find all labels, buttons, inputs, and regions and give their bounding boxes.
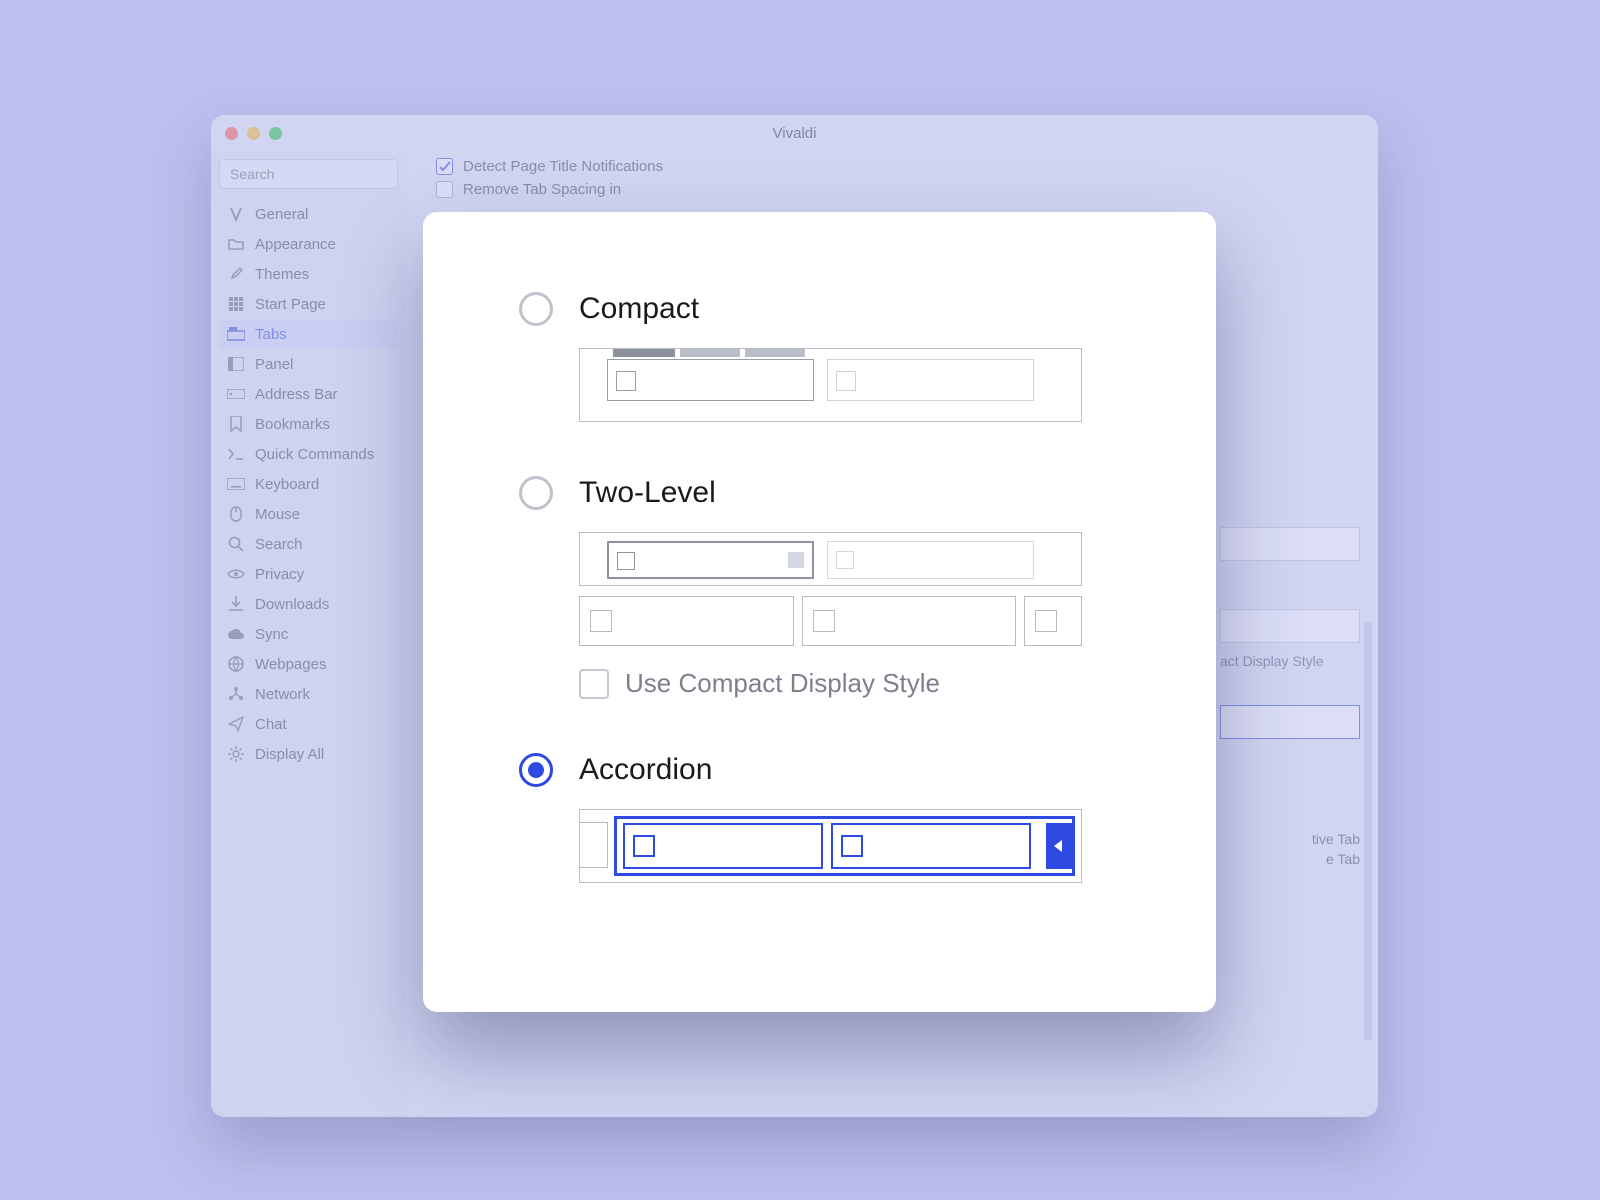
sidebar-item-sync[interactable]: Sync xyxy=(219,619,398,649)
bg-text: e Tab xyxy=(1326,851,1360,867)
vivaldi-icon xyxy=(227,205,245,223)
checkbox-remove-spacing[interactable]: Remove Tab Spacing in xyxy=(436,178,1348,201)
address-bar-icon xyxy=(227,385,245,403)
sidebar-item-label: Downloads xyxy=(255,596,329,613)
terminal-icon xyxy=(227,445,245,463)
sidebar-item-bookmarks[interactable]: Bookmarks xyxy=(219,409,398,439)
checkbox-use-compact-display[interactable]: Use Compact Display Style xyxy=(579,668,1142,699)
sidebar-item-label: Privacy xyxy=(255,566,304,583)
checkbox-icon xyxy=(436,158,453,175)
bg-text: act Display Style xyxy=(1220,653,1323,669)
bg-option: tive Tab e Tab xyxy=(1312,831,1360,867)
sidebar-item-label: Mouse xyxy=(255,506,300,523)
checkbox-icon xyxy=(579,669,609,699)
sidebar-item-tabs[interactable]: Tabs xyxy=(219,319,398,349)
sidebar-item-label: Bookmarks xyxy=(255,416,330,433)
sidebar-item-label: Webpages xyxy=(255,656,326,673)
sidebar-item-quick-commands[interactable]: Quick Commands xyxy=(219,439,398,469)
sidebar-item-chat[interactable]: Chat xyxy=(219,709,398,739)
sidebar-item-themes[interactable]: Themes xyxy=(219,259,398,289)
scrollbar[interactable] xyxy=(1364,621,1372,1041)
sidebar-item-label: Panel xyxy=(255,356,293,373)
checkbox-label: Use Compact Display Style xyxy=(625,668,940,699)
sidebar-item-label: Address Bar xyxy=(255,386,338,403)
panel-icon xyxy=(227,355,245,373)
checkbox-detect-title[interactable]: Detect Page Title Notifications xyxy=(436,155,1348,178)
sidebar-item-appearance[interactable]: Appearance xyxy=(219,229,398,259)
sidebar-item-webpages[interactable]: Webpages xyxy=(219,649,398,679)
sidebar-item-label: Tabs xyxy=(255,326,287,343)
option-two-level: Two-Level Use Compact Display Style xyxy=(519,476,1142,699)
sidebar: General Appearance Themes Start Page Tab… xyxy=(211,151,406,1117)
compact-illustration xyxy=(579,348,1082,422)
bg-option xyxy=(1220,697,1360,739)
bg-option: act Display Style xyxy=(1220,601,1360,669)
sidebar-item-network[interactable]: Network xyxy=(219,679,398,709)
accordion-illustration xyxy=(579,809,1082,883)
sidebar-item-mouse[interactable]: Mouse xyxy=(219,499,398,529)
sidebar-item-label: Quick Commands xyxy=(255,446,374,463)
grid-icon xyxy=(227,295,245,313)
gear-icon xyxy=(227,745,245,763)
sidebar-item-address-bar[interactable]: Address Bar xyxy=(219,379,398,409)
bg-text: tive Tab xyxy=(1312,831,1360,847)
search-icon xyxy=(227,535,245,553)
globe-icon xyxy=(227,655,245,673)
bg-option xyxy=(1220,519,1360,561)
option-label: Compact xyxy=(579,292,699,326)
titlebar: Vivaldi xyxy=(211,115,1378,151)
radio-two-level[interactable] xyxy=(519,476,553,510)
search-input[interactable] xyxy=(219,159,398,189)
sidebar-item-label: Search xyxy=(255,536,303,553)
bookmark-icon xyxy=(227,415,245,433)
checkbox-label: Detect Page Title Notifications xyxy=(463,158,663,175)
window-title: Vivaldi xyxy=(211,125,1378,142)
sidebar-item-privacy[interactable]: Privacy xyxy=(219,559,398,589)
tab-stack-style-modal: Compact Two-Level xyxy=(423,212,1216,1012)
sidebar-item-label: Chat xyxy=(255,716,287,733)
sidebar-item-label: Start Page xyxy=(255,296,326,313)
sidebar-item-general[interactable]: General xyxy=(219,199,398,229)
sidebar-item-label: General xyxy=(255,206,308,223)
checkbox-label: Remove Tab Spacing in xyxy=(463,181,621,198)
option-label: Two-Level xyxy=(579,476,716,510)
download-icon xyxy=(227,595,245,613)
network-icon xyxy=(227,685,245,703)
brush-icon xyxy=(227,265,245,283)
option-accordion: Accordion xyxy=(519,753,1142,883)
option-label: Accordion xyxy=(579,753,712,787)
sidebar-item-label: Themes xyxy=(255,266,309,283)
two-level-illustration xyxy=(579,532,1082,650)
tabs-icon xyxy=(227,325,245,343)
sidebar-item-display-all[interactable]: Display All xyxy=(219,739,398,769)
sidebar-item-keyboard[interactable]: Keyboard xyxy=(219,469,398,499)
checkbox-icon xyxy=(436,181,453,198)
send-icon xyxy=(227,715,245,733)
eye-icon xyxy=(227,565,245,583)
folder-icon xyxy=(227,235,245,253)
radio-accordion[interactable] xyxy=(519,753,553,787)
sidebar-item-start-page[interactable]: Start Page xyxy=(219,289,398,319)
cloud-icon xyxy=(227,625,245,643)
sidebar-item-label: Display All xyxy=(255,746,324,763)
sidebar-item-downloads[interactable]: Downloads xyxy=(219,589,398,619)
sidebar-item-label: Network xyxy=(255,686,310,703)
sidebar-item-label: Sync xyxy=(255,626,288,643)
sidebar-item-label: Appearance xyxy=(255,236,336,253)
sidebar-nav: General Appearance Themes Start Page Tab… xyxy=(219,199,398,769)
sidebar-item-search[interactable]: Search xyxy=(219,529,398,559)
radio-compact[interactable] xyxy=(519,292,553,326)
mouse-icon xyxy=(227,505,245,523)
keyboard-icon xyxy=(227,475,245,493)
option-compact: Compact xyxy=(519,292,1142,422)
sidebar-item-panel[interactable]: Panel xyxy=(219,349,398,379)
sidebar-item-label: Keyboard xyxy=(255,476,319,493)
